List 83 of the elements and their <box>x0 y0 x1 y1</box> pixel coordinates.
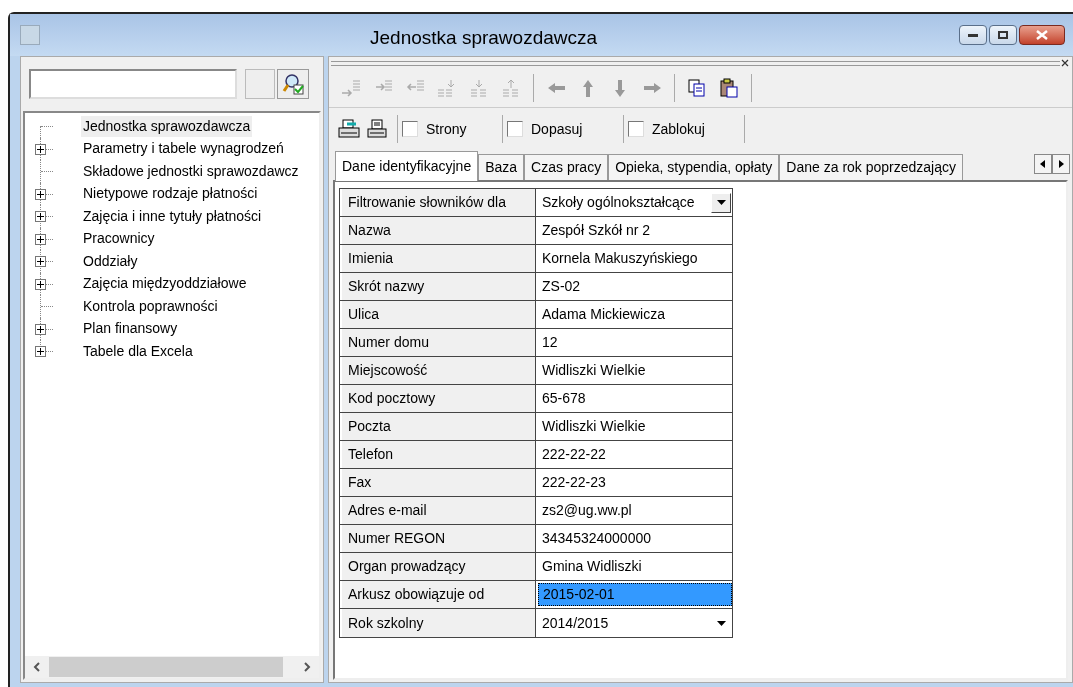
expand-icon[interactable] <box>35 278 46 290</box>
tree-item[interactable]: Zajęcia międzyoddziałowe <box>81 273 249 295</box>
field-label: Imienia <box>340 245 536 272</box>
expand-icon[interactable] <box>35 346 46 357</box>
input-field[interactable]: Kornela Makuszyńskiego <box>536 245 732 272</box>
tree-item[interactable]: Tabele dla Excela <box>81 340 195 362</box>
input-field[interactable]: 222-22-22 <box>536 441 732 468</box>
tree-item[interactable]: Kontrola poprawności <box>81 295 220 317</box>
input-field[interactable]: ZS-02 <box>536 273 732 300</box>
triangle-left-icon <box>1040 160 1046 168</box>
input-field[interactable]: zs2@ug.ww.pl <box>536 497 732 524</box>
tree-item[interactable]: Jednostka sprawozdawcza <box>81 115 253 137</box>
grip-bar[interactable] <box>331 60 1060 66</box>
tab[interactable]: Dane identyfikacyjne <box>335 151 479 181</box>
print-button[interactable] <box>365 117 389 141</box>
field-label: Kod pocztowy <box>340 385 536 412</box>
tab[interactable]: Czas pracy <box>524 154 609 180</box>
field-label: Poczta <box>340 413 536 440</box>
close-button[interactable] <box>1019 25 1065 45</box>
field-label: Skrót nazwy <box>340 273 536 300</box>
maximize-button[interactable] <box>989 25 1017 45</box>
field-label: Arkusz obowiązuje od <box>340 581 536 608</box>
app-icon <box>20 25 40 45</box>
minimize-button[interactable] <box>959 25 987 45</box>
expand-icon[interactable] <box>35 188 46 200</box>
field-label: Filtrowanie słowników dla <box>340 189 536 216</box>
tree-item[interactable]: Składowe jednostki sprawozdawcz <box>81 160 301 182</box>
scrollbar-thumb[interactable] <box>49 657 283 677</box>
checkbox-label: Dopasuj <box>531 119 583 139</box>
input-field[interactable]: 34345324000000 <box>536 525 732 552</box>
field-label: Telefon <box>340 441 536 468</box>
field-label: Miejscowość <box>340 357 536 384</box>
checkbox[interactable] <box>507 121 523 137</box>
tab[interactable]: Baza <box>478 154 525 180</box>
close-icon <box>1036 30 1048 40</box>
field-label: Nazwa <box>340 217 536 244</box>
checkbox[interactable] <box>628 121 644 137</box>
close-button[interactable] <box>1060 58 1070 68</box>
expand-icon[interactable] <box>35 211 46 222</box>
checkbox-label: Zablokuj <box>652 119 705 139</box>
input-field[interactable]: 222-22-23 <box>536 469 732 496</box>
tab[interactable]: Opieka, stypendia, opłaty <box>608 154 780 180</box>
field-label: Fax <box>340 469 536 496</box>
field-label: Rok szkolny <box>340 609 536 637</box>
tree-item[interactable]: Oddziały <box>81 250 140 272</box>
field-label: Numer REGON <box>340 525 536 552</box>
input-field[interactable]: 2015-02-01 <box>536 581 732 608</box>
search-button[interactable] <box>277 69 309 99</box>
window-title: Jednostka sprawozdawcza <box>370 26 598 50</box>
input-field[interactable]: Zespół Szkół nr 2 <box>536 217 732 244</box>
input-field[interactable]: Widliszki Wielkie <box>536 413 732 440</box>
field-label: Adres e-mail <box>340 497 536 524</box>
chevron-right-icon <box>303 662 311 672</box>
input-field[interactable]: Gmina Widliszki <box>536 553 732 580</box>
tree-item[interactable]: Parametry i tabele wynagrodzeń <box>81 138 286 160</box>
tree-item[interactable]: Plan finansowy <box>81 318 180 340</box>
triangle-right-icon <box>1058 160 1064 168</box>
tree-item[interactable]: Pracownicy <box>81 228 157 250</box>
tree-item[interactable]: Zajęcia i inne tytuły płatności <box>81 205 264 227</box>
tab-scroll-left-button[interactable] <box>1034 154 1052 174</box>
print-setup-button[interactable] <box>337 117 361 141</box>
search-field[interactable] <box>29 69 237 99</box>
chevron-left-icon <box>33 662 41 672</box>
tab[interactable]: Dane za rok poprzedzający <box>779 154 963 180</box>
field-label: Ulica <box>340 301 536 328</box>
caret-icon <box>716 200 726 205</box>
tab-scroll-right-button[interactable] <box>1052 154 1070 174</box>
dropdown-field[interactable]: Szkoły ogólnokształcące <box>536 189 732 216</box>
field-label: Organ prowadzący <box>340 553 536 580</box>
input-field[interactable]: 12 <box>536 329 732 356</box>
checkbox-label: Strony <box>426 119 467 139</box>
tree-item[interactable]: Nietypowe rodzaje płatności <box>81 183 260 205</box>
expand-icon[interactable] <box>35 323 46 335</box>
field-label: Numer domu <box>340 329 536 356</box>
input-field[interactable]: Adama Mickiewicza <box>536 301 732 328</box>
expand-icon[interactable] <box>35 256 46 267</box>
input-field[interactable]: Widliszki Wielkie <box>536 357 732 384</box>
expand-icon[interactable] <box>35 233 46 245</box>
input-field[interactable]: 65-678 <box>536 385 732 412</box>
expand-icon[interactable] <box>35 143 46 155</box>
checkbox[interactable] <box>402 121 418 137</box>
dropdown-field[interactable]: 2014/2015 <box>536 609 732 637</box>
caret-icon <box>716 620 726 626</box>
